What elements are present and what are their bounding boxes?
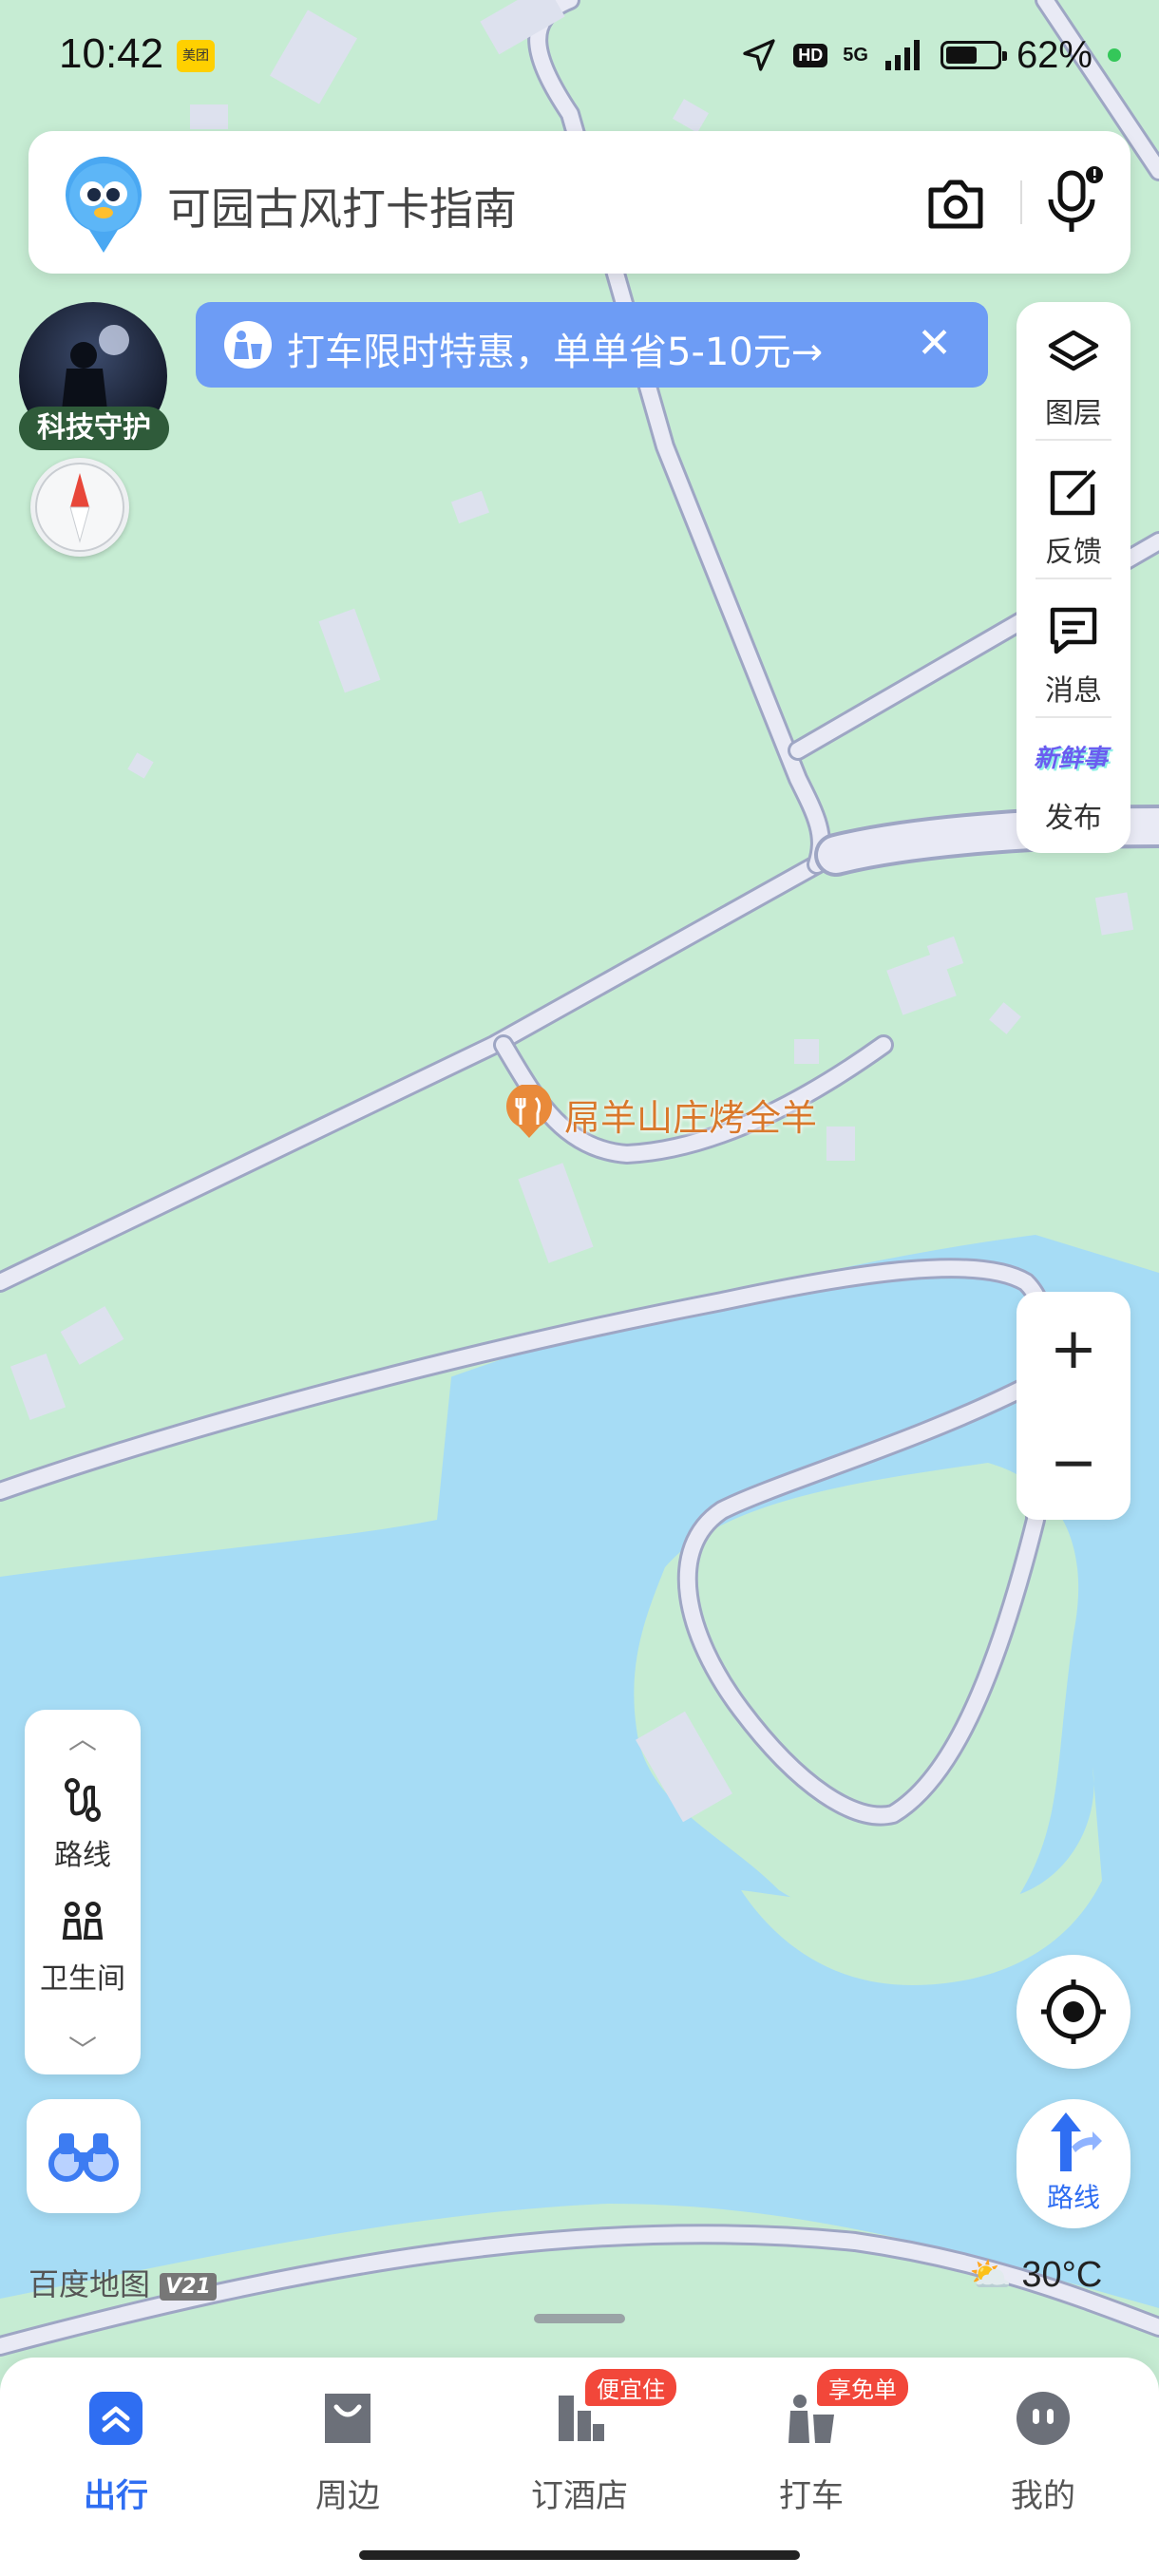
shopping-bag-icon <box>325 2394 370 2443</box>
meituan-app-icon: 美团 <box>177 40 215 72</box>
message-icon <box>1050 607 1097 654</box>
zoom-control: + − <box>1016 1292 1130 1520</box>
search-bar[interactable]: 可园古风打卡指南 <box>28 131 1130 274</box>
messages-label: 消息 <box>1045 674 1102 708</box>
battery-level <box>945 47 977 64</box>
route-arrow-icon <box>1051 2112 1102 2171</box>
route-icon <box>65 1778 101 1822</box>
battery-percent: 62% <box>1016 33 1092 76</box>
tab-travel[interactable]: 出行 <box>0 2377 232 2515</box>
weather-widget[interactable]: ⛅ 30°C <box>969 2255 1102 2296</box>
compass-icon <box>35 463 124 552</box>
tab-profile[interactable]: 我的 <box>927 2377 1159 2515</box>
scroll-up-icon[interactable]: ︿ <box>25 1715 141 1757</box>
privacy-dot <box>1108 48 1121 62</box>
partly-cloudy-icon: ⛅ <box>969 2255 1012 2294</box>
feedback-label: 反馈 <box>1045 536 1102 569</box>
restroom-icon <box>62 1902 104 1940</box>
poi-label[interactable]: 屌羊山庄烤全羊 <box>564 1089 817 1141</box>
battery-icon <box>940 41 1007 69</box>
drawer-handle[interactable] <box>534 2314 625 2323</box>
building <box>826 1127 855 1161</box>
facility-panel: ︿ 路线 卫生间 ﹀ <box>25 1710 141 2074</box>
feedback-button[interactable]: 反馈 <box>1016 441 1130 578</box>
zoom-out-button[interactable]: − <box>1016 1406 1130 1520</box>
building <box>1094 892 1134 936</box>
publish-label: 发布 <box>1045 802 1102 835</box>
avatar-badge[interactable]: 科技守护 <box>19 407 169 450</box>
explore-button[interactable] <box>27 2099 141 2213</box>
tab-travel-label: 出行 <box>84 2477 148 2515</box>
route-filter-button[interactable]: 路线 <box>25 1772 141 1877</box>
search-input[interactable]: 可园古风打卡指南 <box>167 175 517 237</box>
microphone-icon[interactable] <box>1041 165 1108 241</box>
tab-profile-label: 我的 <box>1011 2477 1075 2515</box>
route-filter-label: 路线 <box>54 1839 111 1872</box>
hotel-icon <box>559 2396 604 2441</box>
restaurant-pin-icon[interactable] <box>502 1085 557 1140</box>
search-divider <box>1020 180 1022 224</box>
crosshair-icon <box>1041 1979 1106 2044</box>
restroom-label: 卫生间 <box>40 1962 125 1996</box>
mascot-icon[interactable] <box>61 150 146 255</box>
travel-icon <box>89 2392 142 2445</box>
tab-nearby[interactable]: 周边 <box>232 2377 464 2515</box>
publish-badge: 新鲜事 <box>1034 745 1109 773</box>
close-icon[interactable]: ✕ <box>917 319 952 368</box>
signal-icon <box>884 40 920 70</box>
tab-hotel[interactable]: 便宜住 订酒店 <box>464 2369 695 2515</box>
binoculars-icon <box>48 2133 119 2182</box>
messages-button[interactable]: 消息 <box>1016 579 1130 717</box>
publish-button[interactable]: 新鲜事 发布 <box>1016 718 1130 856</box>
hd-icon: HD <box>793 43 828 67</box>
map-tools-panel: 图层 反馈 消息 新鲜事 发布 <box>1016 302 1130 853</box>
home-indicator[interactable] <box>359 2550 800 2560</box>
brand-version: V21 <box>160 2272 217 2301</box>
route-button[interactable]: 路线 <box>1016 2099 1130 2228</box>
status-bar: 10:42 美团 HD 5G 62% <box>0 0 1159 104</box>
network-type: 5G <box>843 44 868 66</box>
bottom-tab-bar: 出行 周边 便宜住 订酒店 享免单 打车 我的 <box>0 2358 1159 2576</box>
taxi-promo-banner[interactable]: 打车限时特惠，单单省5-10元→ ✕ <box>196 302 988 388</box>
brand-name: 百度地图 <box>28 2266 151 2302</box>
layers-icon <box>1048 330 1099 371</box>
scroll-down-icon[interactable]: ﹀ <box>25 2027 141 2069</box>
camera-icon[interactable] <box>925 175 986 232</box>
layers-label: 图层 <box>1045 397 1102 430</box>
edit-icon <box>1050 469 1096 516</box>
taxi-icon <box>224 321 272 369</box>
layers-button[interactable]: 图层 <box>1016 302 1130 440</box>
profile-icon <box>1016 2392 1070 2445</box>
building <box>794 1039 819 1064</box>
restroom-button[interactable]: 卫生间 <box>25 1896 141 2000</box>
route-label: 路线 <box>1046 2182 1100 2213</box>
taxi-icon <box>788 2395 834 2443</box>
tab-taxi[interactable]: 享免单 打车 <box>695 2369 927 2515</box>
map-brand: 百度地图 V21 <box>28 2261 217 2304</box>
tab-taxi-label: 打车 <box>779 2477 844 2515</box>
tab-nearby-label: 周边 <box>315 2477 380 2515</box>
tab-hotel-label: 订酒店 <box>531 2477 628 2515</box>
building <box>190 104 228 129</box>
status-time: 10:42 <box>59 30 164 77</box>
compass-button[interactable] <box>30 458 129 557</box>
status-icons: HD 5G 62% <box>740 28 1121 82</box>
location-arrow-icon <box>743 39 775 71</box>
zoom-in-button[interactable]: + <box>1016 1292 1130 1406</box>
promo-text: 打车限时特惠，单单省5-10元→ <box>287 331 824 374</box>
locate-button[interactable] <box>1016 1955 1130 2069</box>
temperature: 30°C <box>1021 2255 1103 2295</box>
